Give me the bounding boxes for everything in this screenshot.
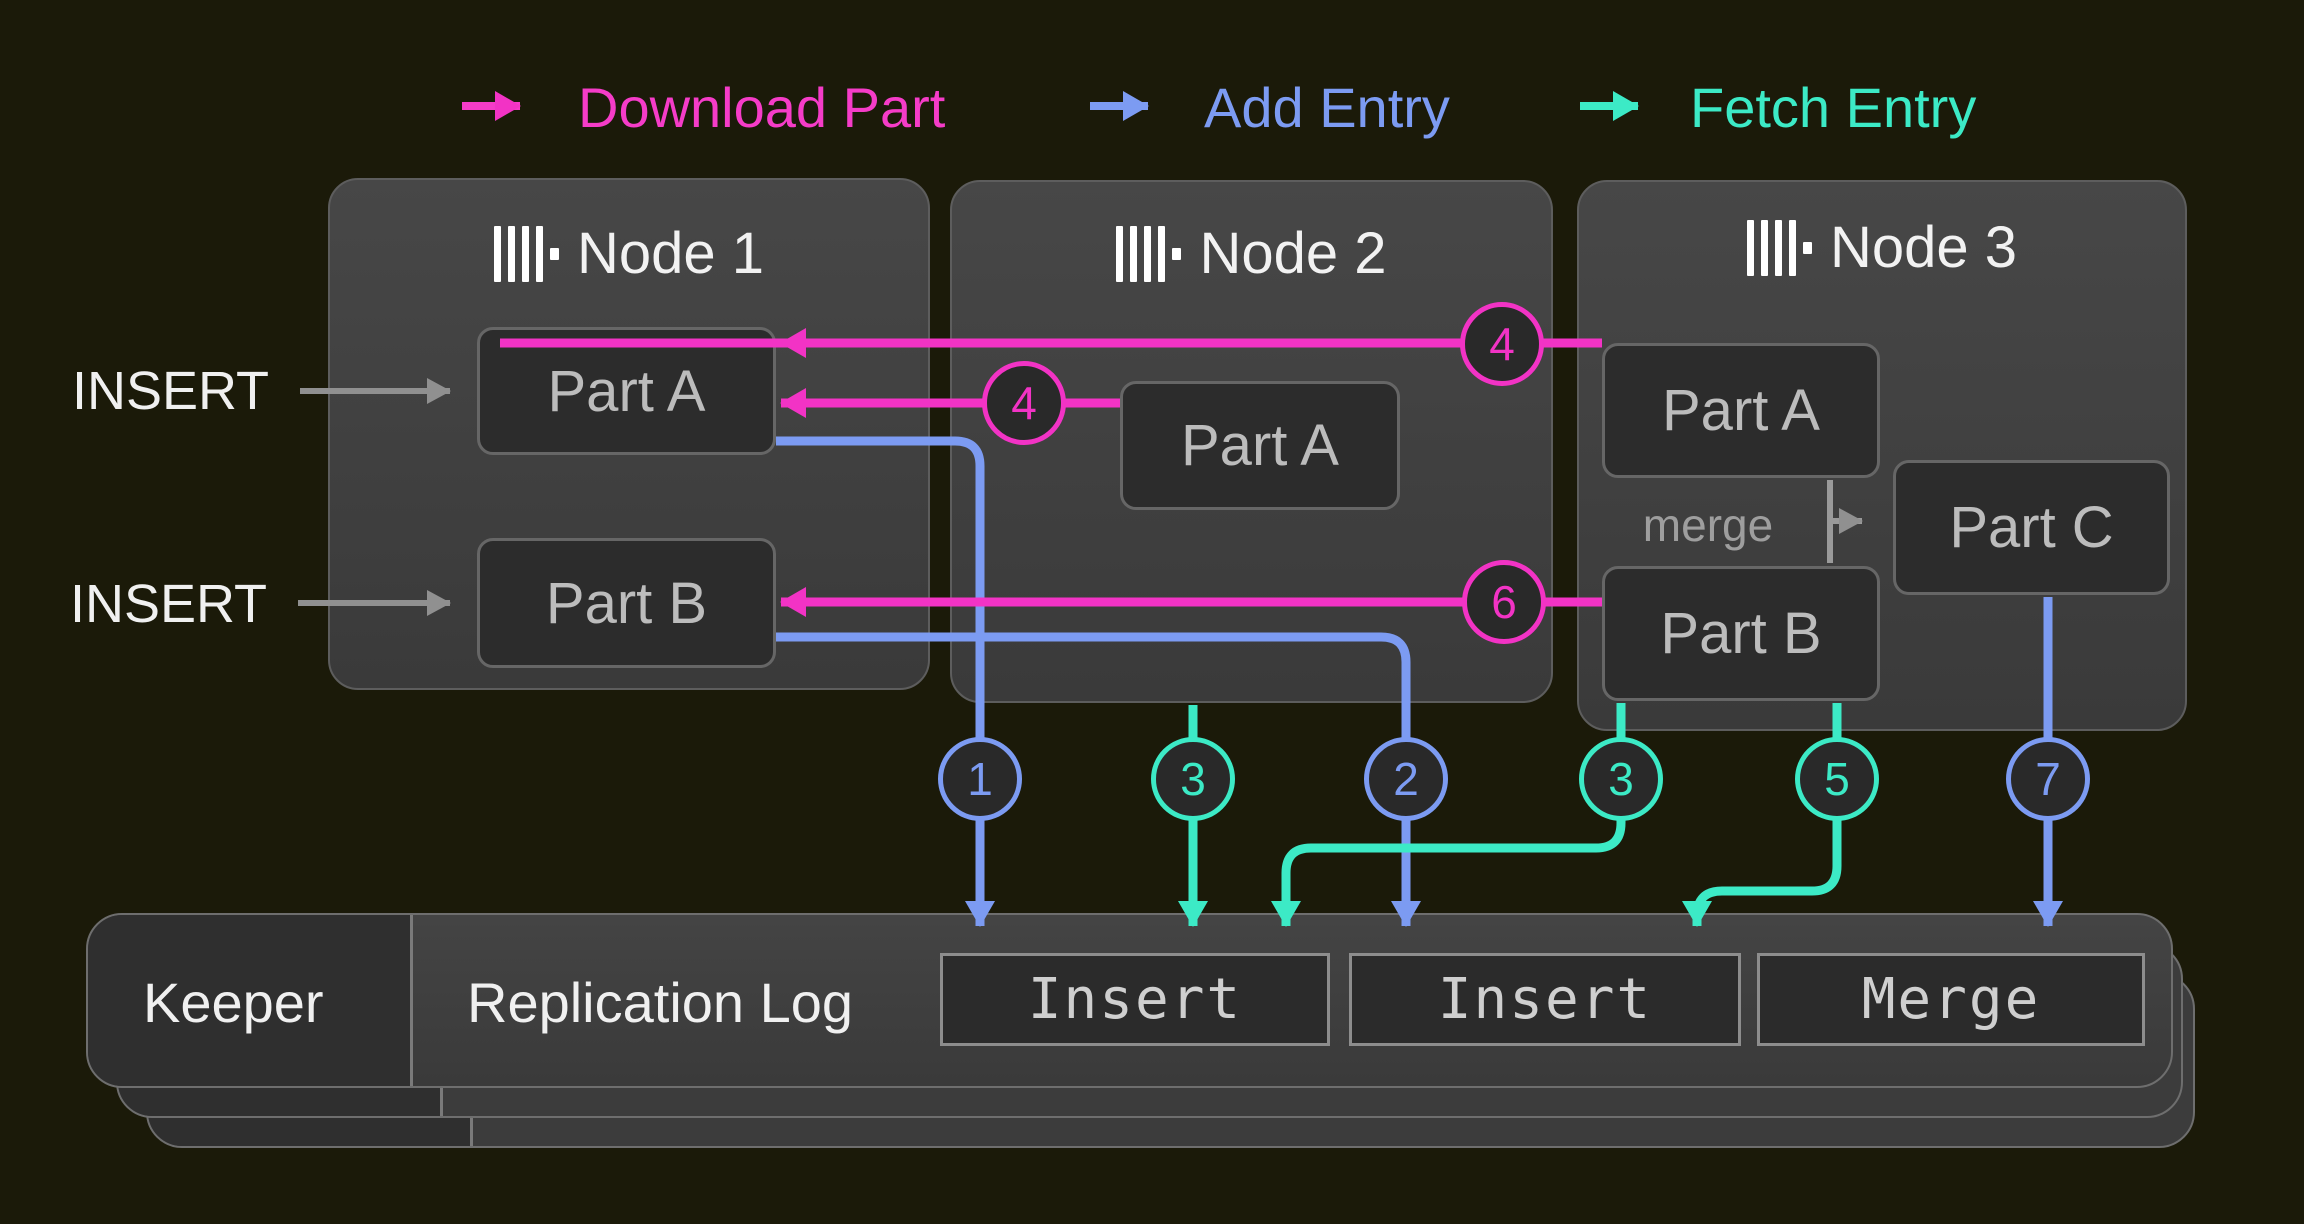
step-number: 5 <box>1824 752 1850 806</box>
step-number: 3 <box>1608 752 1634 806</box>
step-badge-download-4b: 4 <box>982 361 1066 445</box>
node-2-title-label: Node 2 <box>1199 220 1386 287</box>
log-entry-merge: Merge <box>1757 953 2145 1046</box>
log-entry-insert-1: Insert <box>940 953 1330 1046</box>
node-1-title: Node 1 <box>328 220 930 287</box>
insert-label-1: INSERT <box>72 362 269 420</box>
step-number: 2 <box>1393 752 1419 806</box>
clickhouse-icon <box>494 225 559 283</box>
step-badge-add-1: 1 <box>938 737 1022 821</box>
step-number: 4 <box>1011 376 1037 430</box>
step-badge-fetch-5: 5 <box>1795 737 1879 821</box>
node2-part-a: Part A <box>1120 381 1400 510</box>
legend-add-entry: Add Entry <box>1204 78 1450 138</box>
log-entry-label: Insert <box>1438 967 1652 1032</box>
step-badge-fetch-3a: 3 <box>1151 737 1235 821</box>
part-label: Part A <box>1181 412 1339 479</box>
node1-part-b: Part B <box>477 538 776 668</box>
step-number: 4 <box>1489 317 1515 371</box>
part-label: Part A <box>548 358 706 425</box>
replication-diagram: Node 1 Node 2 Node 3 Part A Part B Part … <box>0 0 2304 1224</box>
step-badge-fetch-3b: 3 <box>1579 737 1663 821</box>
step-number: 3 <box>1180 752 1206 806</box>
step-badge-download-6: 6 <box>1462 560 1546 644</box>
keeper-label: Keeper <box>143 973 324 1033</box>
node-1-title-label: Node 1 <box>577 220 764 287</box>
merge-label: merge <box>1602 498 1814 552</box>
clickhouse-icon <box>1747 219 1812 277</box>
insert-label-2: INSERT <box>70 575 267 633</box>
node-3-title-label: Node 3 <box>1830 214 2017 281</box>
legend-download-part: Download Part <box>578 78 945 138</box>
clickhouse-icon <box>1116 225 1181 283</box>
legend-fetch-entry: Fetch Entry <box>1690 78 1976 138</box>
step-badge-add-2: 2 <box>1364 737 1448 821</box>
node3-part-a: Part A <box>1602 343 1880 478</box>
step-number: 7 <box>2035 752 2061 806</box>
node-2-title: Node 2 <box>950 220 1553 287</box>
log-entry-insert-2: Insert <box>1349 953 1741 1046</box>
part-label: Part C <box>1949 494 2113 561</box>
step-number: 1 <box>967 752 993 806</box>
step-badge-add-7: 7 <box>2006 737 2090 821</box>
part-label: Part A <box>1662 377 1820 444</box>
step-badge-download-4a: 4 <box>1460 302 1544 386</box>
log-entry-label: Insert <box>1028 967 1242 1032</box>
step-number: 6 <box>1491 575 1517 629</box>
fetch-entry-line-3b <box>1286 703 1621 926</box>
replication-log-title: Replication Log <box>467 973 853 1033</box>
node3-part-c: Part C <box>1893 460 2170 595</box>
node-3-title: Node 3 <box>1577 214 2187 281</box>
part-label: Part B <box>546 570 707 637</box>
part-label: Part B <box>1660 600 1821 667</box>
log-entry-label: Merge <box>1862 967 2041 1032</box>
node3-part-b: Part B <box>1602 566 1880 701</box>
node1-part-a: Part A <box>477 327 776 455</box>
